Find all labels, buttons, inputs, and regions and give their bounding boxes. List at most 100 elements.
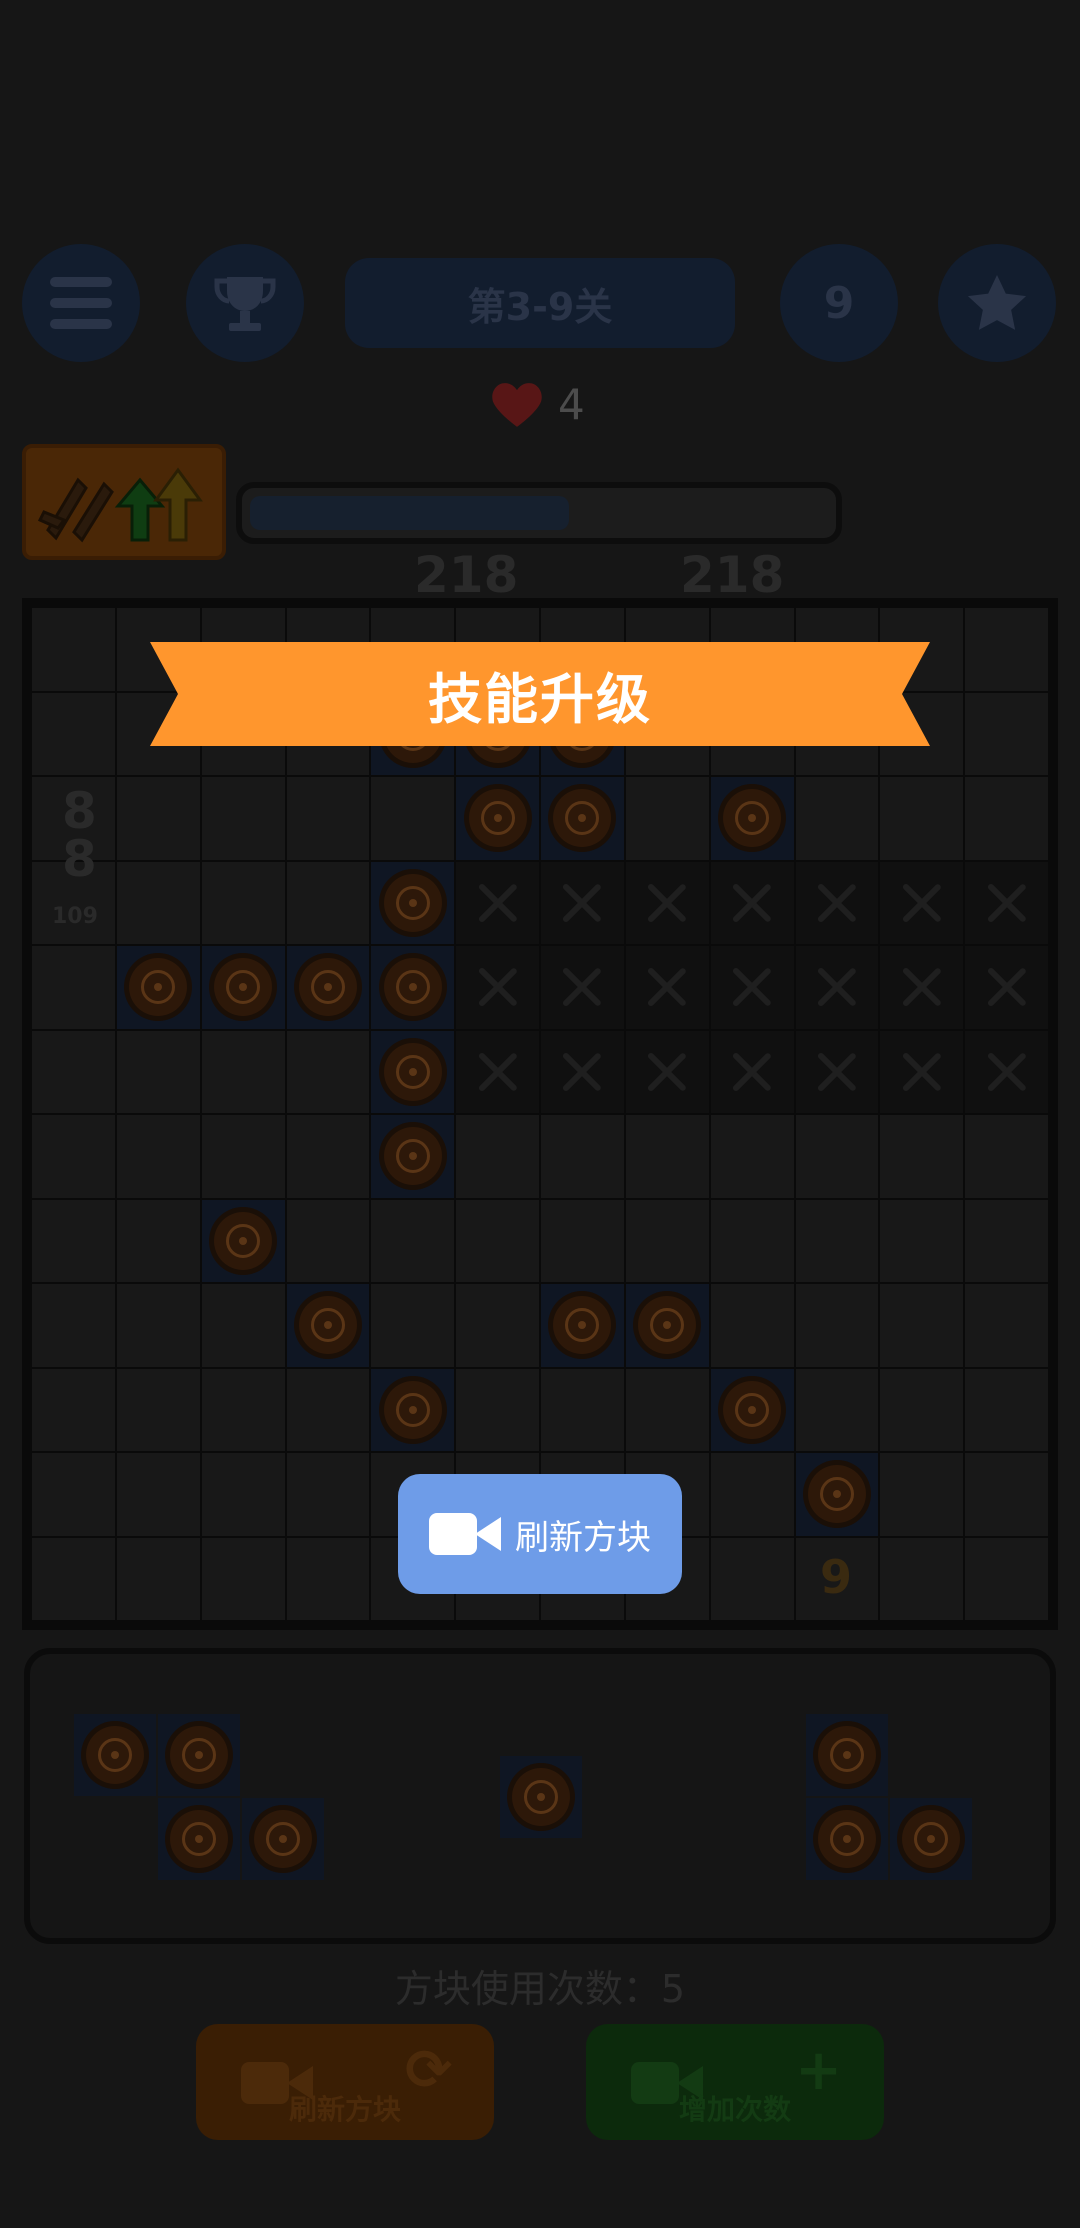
board-cell[interactable]: [32, 1537, 115, 1620]
board-cell[interactable]: [710, 1199, 794, 1282]
board-cell[interactable]: [286, 1115, 370, 1198]
blocked-cell[interactable]: [965, 1030, 1048, 1113]
board-cell[interactable]: [201, 946, 285, 1029]
blocked-cell[interactable]: [625, 946, 709, 1029]
board-cell[interactable]: [795, 1115, 879, 1198]
board-cell[interactable]: [456, 1368, 539, 1451]
blocked-cell[interactable]: [456, 946, 539, 1029]
blocked-cell[interactable]: [880, 946, 964, 1029]
blocked-cell[interactable]: [710, 1030, 794, 1113]
board-cell[interactable]: [286, 1537, 370, 1620]
blocked-cell[interactable]: [541, 1030, 624, 1113]
piece-2[interactable]: [500, 1756, 584, 1840]
board-cell[interactable]: [710, 1115, 794, 1198]
board-cell[interactable]: [201, 1115, 285, 1198]
board-cell[interactable]: [625, 1199, 709, 1282]
board-cell[interactable]: [880, 777, 964, 860]
board-cell[interactable]: [880, 1284, 964, 1367]
blocked-cell[interactable]: [541, 861, 624, 944]
board-cell[interactable]: [201, 1453, 285, 1536]
board-cell[interactable]: [710, 777, 794, 860]
board-cell[interactable]: [116, 1030, 200, 1113]
board-cell[interactable]: [201, 1537, 285, 1620]
board-cell[interactable]: [116, 1115, 200, 1198]
board-cell[interactable]: [965, 1537, 1048, 1620]
board-cell[interactable]: [286, 1453, 370, 1536]
board-cell[interactable]: [371, 1284, 455, 1367]
board-cell[interactable]: [286, 946, 370, 1029]
board-cell[interactable]: [116, 1368, 200, 1451]
board-cell[interactable]: [965, 777, 1048, 860]
board-cell[interactable]: [541, 777, 624, 860]
board-cell[interactable]: [116, 946, 200, 1029]
board-cell[interactable]: [456, 1115, 539, 1198]
board-cell[interactable]: [625, 1115, 709, 1198]
board-cell[interactable]: [32, 946, 115, 1029]
board-cell[interactable]: [456, 1199, 539, 1282]
board-cell[interactable]: [541, 1284, 624, 1367]
board-cell[interactable]: [965, 608, 1048, 691]
blocked-cell[interactable]: [965, 861, 1048, 944]
board-cell[interactable]: [625, 1368, 709, 1451]
blocked-cell[interactable]: [880, 1030, 964, 1113]
board-cell[interactable]: [965, 692, 1048, 775]
board-cell[interactable]: [710, 1284, 794, 1367]
skill-upgrade-button[interactable]: [22, 444, 226, 560]
board-cell[interactable]: [795, 1368, 879, 1451]
board-cell[interactable]: [201, 1368, 285, 1451]
board-cell[interactable]: [32, 1368, 115, 1451]
board-cell[interactable]: [116, 1199, 200, 1282]
board-cell[interactable]: [795, 777, 879, 860]
board-cell[interactable]: [286, 1199, 370, 1282]
board-cell[interactable]: [880, 1199, 964, 1282]
board-cell[interactable]: [116, 1284, 200, 1367]
board-cell[interactable]: [710, 1453, 794, 1536]
board-cell[interactable]: [710, 1368, 794, 1451]
board-cell[interactable]: [541, 1199, 624, 1282]
board-cell[interactable]: [371, 1199, 455, 1282]
board-cell[interactable]: [795, 1199, 879, 1282]
blocked-cell[interactable]: [795, 946, 879, 1029]
board-cell[interactable]: [880, 1537, 964, 1620]
board-cell[interactable]: [371, 1115, 455, 1198]
board-cell[interactable]: [371, 946, 455, 1029]
board-cell[interactable]: [32, 1453, 115, 1536]
board-cell[interactable]: [286, 777, 370, 860]
board-cell[interactable]: [32, 1284, 115, 1367]
board-cell[interactable]: [965, 1368, 1048, 1451]
board-cell[interactable]: [201, 777, 285, 860]
board-cell[interactable]: [286, 1284, 370, 1367]
add-uses-button[interactable]: + 增加次数: [586, 2024, 884, 2140]
board-cell[interactable]: [371, 777, 455, 860]
blocked-cell[interactable]: [965, 946, 1048, 1029]
board-cell[interactable]: [880, 1115, 964, 1198]
board-cell[interactable]: [795, 1284, 879, 1367]
board-cell[interactable]: [201, 861, 285, 944]
board-cell[interactable]: [965, 1199, 1048, 1282]
blocked-cell[interactable]: [795, 1030, 879, 1113]
board-cell[interactable]: [456, 777, 539, 860]
board-cell[interactable]: [371, 861, 455, 944]
trophy-button[interactable]: [186, 244, 304, 362]
board-cell[interactable]: [371, 1368, 455, 1451]
board-cell[interactable]: [116, 861, 200, 944]
refresh-blocks-button[interactable]: 刷新方块: [398, 1474, 682, 1594]
footer-refresh-button[interactable]: ⟳ 刷新方块: [196, 2024, 494, 2140]
board-cell[interactable]: [286, 861, 370, 944]
piece-1[interactable]: [74, 1714, 326, 1884]
board-cell[interactable]: [116, 1537, 200, 1620]
board-cell[interactable]: [965, 1115, 1048, 1198]
board-cell[interactable]: [541, 1368, 624, 1451]
board-cell[interactable]: [116, 777, 200, 860]
piece-3[interactable]: [806, 1714, 976, 1884]
blocked-cell[interactable]: [541, 946, 624, 1029]
board-cell[interactable]: [32, 1115, 115, 1198]
board-cell[interactable]: [286, 1368, 370, 1451]
board-cell[interactable]: [286, 1030, 370, 1113]
blocked-cell[interactable]: [456, 1030, 539, 1113]
board-cell[interactable]: [880, 1368, 964, 1451]
board-cell[interactable]: [371, 1030, 455, 1113]
board-cell[interactable]: [32, 1199, 115, 1282]
blocked-cell[interactable]: [710, 946, 794, 1029]
blocked-cell[interactable]: [880, 861, 964, 944]
